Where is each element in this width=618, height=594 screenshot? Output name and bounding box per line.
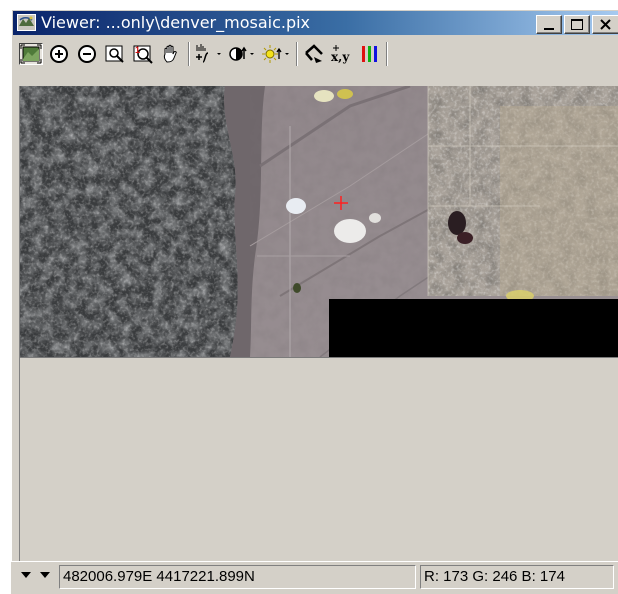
coordinates-button[interactable]: x,y [330,43,354,65]
rgb-channels-icon [362,46,377,62]
minimize-icon [544,28,554,30]
viewer-app-icon[interactable] [17,14,36,31]
satellite-image [20,86,618,357]
roam-cursor-icon [305,44,323,63]
contrast-dropdown-icon [229,46,254,61]
coordinate-readout: 482006.979E 4417221.899N [59,565,416,589]
close-icon [600,19,611,30]
viewer-background [20,357,618,561]
enhancement-dropdown[interactable] [194,43,224,65]
zoom-in-button[interactable] [48,43,72,65]
zoom-to-overview-icon [20,44,42,64]
zoom-to-1-1-icon: 1 [133,45,153,64]
close-button[interactable] [592,15,618,34]
toolbar-separator [296,42,298,66]
viewer-left-edge [13,86,20,561]
window-title: Viewer: ...only\denver_mosaic.pix [41,13,311,32]
zoom-out-icon [78,45,96,63]
brightness-dropdown[interactable] [262,43,292,65]
zoom-out-button[interactable] [76,43,100,65]
coordinate-mode-arrow-icon[interactable] [38,568,52,582]
maximize-button[interactable] [564,15,590,34]
overview-button[interactable] [19,43,43,65]
svg-text:1: 1 [135,45,140,55]
pixel-value-readout: R: 173 G: 246 B: 174 [420,565,614,589]
rgb-channels-button[interactable] [358,43,382,65]
zoom-to-fit-icon [105,45,124,63]
brightness-dropdown-icon [262,45,289,63]
viewer-toolbar: 1 x,y [13,38,618,68]
status-bar: 482006.979E 4417221.899N R: 173 G: 246 B… [11,561,618,594]
minimize-button[interactable] [536,15,562,34]
toolbar-separator [188,42,190,66]
coordinate-glyph: x,y [331,50,350,64]
toolbar-separator [386,42,388,66]
enhancement-dropdown-icon [196,44,221,63]
roam-button[interactable] [302,43,326,65]
title-bar[interactable]: Viewer: ...only\denver_mosaic.pix [13,11,618,35]
contrast-dropdown[interactable] [228,43,258,65]
maximize-icon [571,19,583,30]
pan-button[interactable] [160,43,184,65]
status-menu-arrow-icon[interactable] [19,568,33,582]
zoom-to-fit-button[interactable] [104,43,128,65]
zoom-1-1-button[interactable]: 1 [132,43,156,65]
pan-hand-icon [163,44,177,63]
image-viewport[interactable] [20,86,618,357]
zoom-in-icon [50,45,68,63]
